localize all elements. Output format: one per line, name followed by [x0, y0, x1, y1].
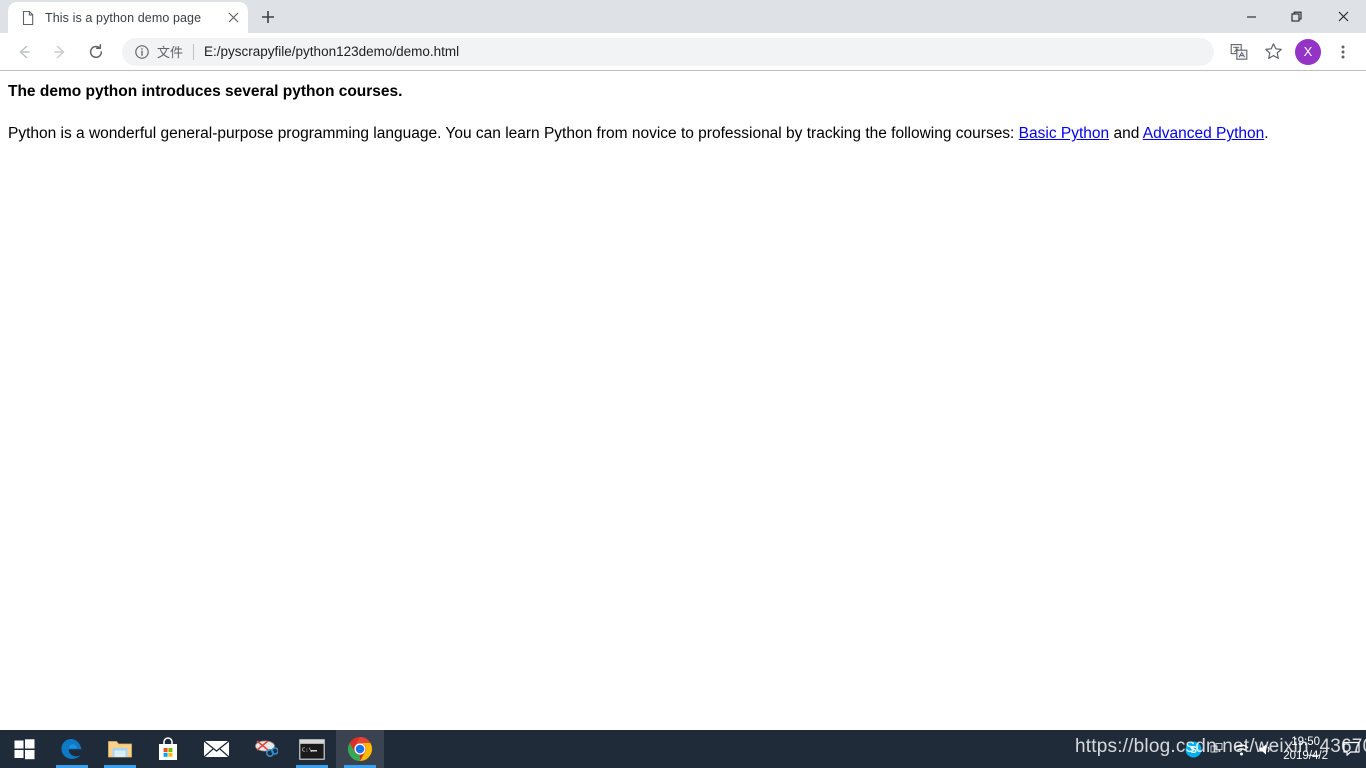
avatar-initial: X [1303, 44, 1313, 59]
reload-icon[interactable] [82, 38, 110, 66]
window-close-button[interactable] [1320, 0, 1366, 33]
tab-close-icon[interactable] [224, 9, 242, 27]
link-basic-python[interactable]: Basic Python [1019, 125, 1109, 142]
clock-time: 19:50 [1291, 735, 1320, 748]
page-info-icon[interactable] [134, 44, 150, 60]
page-viewport: The demo python introduces several pytho… [0, 72, 1366, 730]
taskbar-clock[interactable]: 19:50 2019/4/2 [1277, 730, 1338, 768]
browser-tab[interactable]: This is a python demo page [8, 2, 248, 33]
volume-icon[interactable] [1253, 730, 1277, 768]
window-restore-button[interactable] [1274, 0, 1320, 33]
arrow-back-icon[interactable] [10, 38, 38, 66]
svg-text:C:\: C:\ [302, 747, 312, 753]
skype-icon[interactable]: S [1181, 730, 1205, 768]
arrow-forward-icon[interactable] [46, 38, 74, 66]
tab-title: This is a python demo page [45, 10, 202, 25]
address-bar-divider [193, 43, 195, 60]
clock-date: 2019/4/2 [1283, 750, 1328, 762]
translate-icon[interactable] [1225, 38, 1253, 66]
address-bar[interactable]: 文件 E:/pyscrapyfile/python123demo/demo.ht… [122, 37, 1214, 66]
taskbar-item-file-explorer[interactable] [96, 730, 144, 768]
network-icon[interactable] [1229, 730, 1253, 768]
paragraph-text-part3: . [1264, 125, 1269, 143]
svg-text:S: S [1190, 745, 1197, 756]
avatar[interactable]: X [1295, 38, 1321, 65]
browser-toolbar: 文件 E:/pyscrapyfile/python123demo/demo.ht… [0, 33, 1366, 71]
taskbar-item-command-prompt[interactable]: C:\ [288, 730, 336, 768]
address-bar-scheme-label: 文件 [157, 45, 184, 60]
taskbar-item-snipping-tool[interactable] [240, 730, 288, 768]
tab-strip: This is a python demo page [0, 0, 1366, 33]
address-bar-url[interactable]: E:/pyscrapyfile/python123demo/demo.html [204, 44, 459, 59]
page-heading: The demo python introduces several pytho… [8, 83, 403, 100]
window-controls [1228, 0, 1366, 33]
taskbar-item-chrome[interactable] [336, 730, 384, 768]
link-advanced-python[interactable]: Advanced Python [1143, 125, 1265, 142]
tray-expander-icon[interactable] [1205, 730, 1229, 768]
taskbar-item-store[interactable] [144, 730, 192, 768]
page-document-icon [20, 10, 36, 26]
browser-window: This is a python demo page 文件 E:/pyscrap… [0, 0, 1366, 730]
bookmark-star-icon[interactable] [1259, 38, 1287, 66]
taskbar-item-edge[interactable] [48, 730, 96, 768]
paragraph-text-part2: and [1109, 125, 1143, 143]
new-tab-button[interactable] [254, 3, 282, 31]
system-tray: S 19:50 2019/4/2 [1181, 730, 1366, 768]
paragraph-text-part1: Python is a wonderful general-purpose pr… [8, 125, 1019, 143]
taskbar: C:\ S 19:50 2019/4/2 [0, 730, 1366, 768]
action-center-icon[interactable] [1338, 730, 1364, 768]
start-button[interactable] [0, 730, 48, 768]
window-minimize-button[interactable] [1228, 0, 1274, 33]
three-dot-menu-icon[interactable] [1329, 38, 1357, 66]
taskbar-item-mail[interactable] [192, 730, 240, 768]
page-paragraph: Python is a wonderful general-purpose pr… [8, 123, 1358, 145]
